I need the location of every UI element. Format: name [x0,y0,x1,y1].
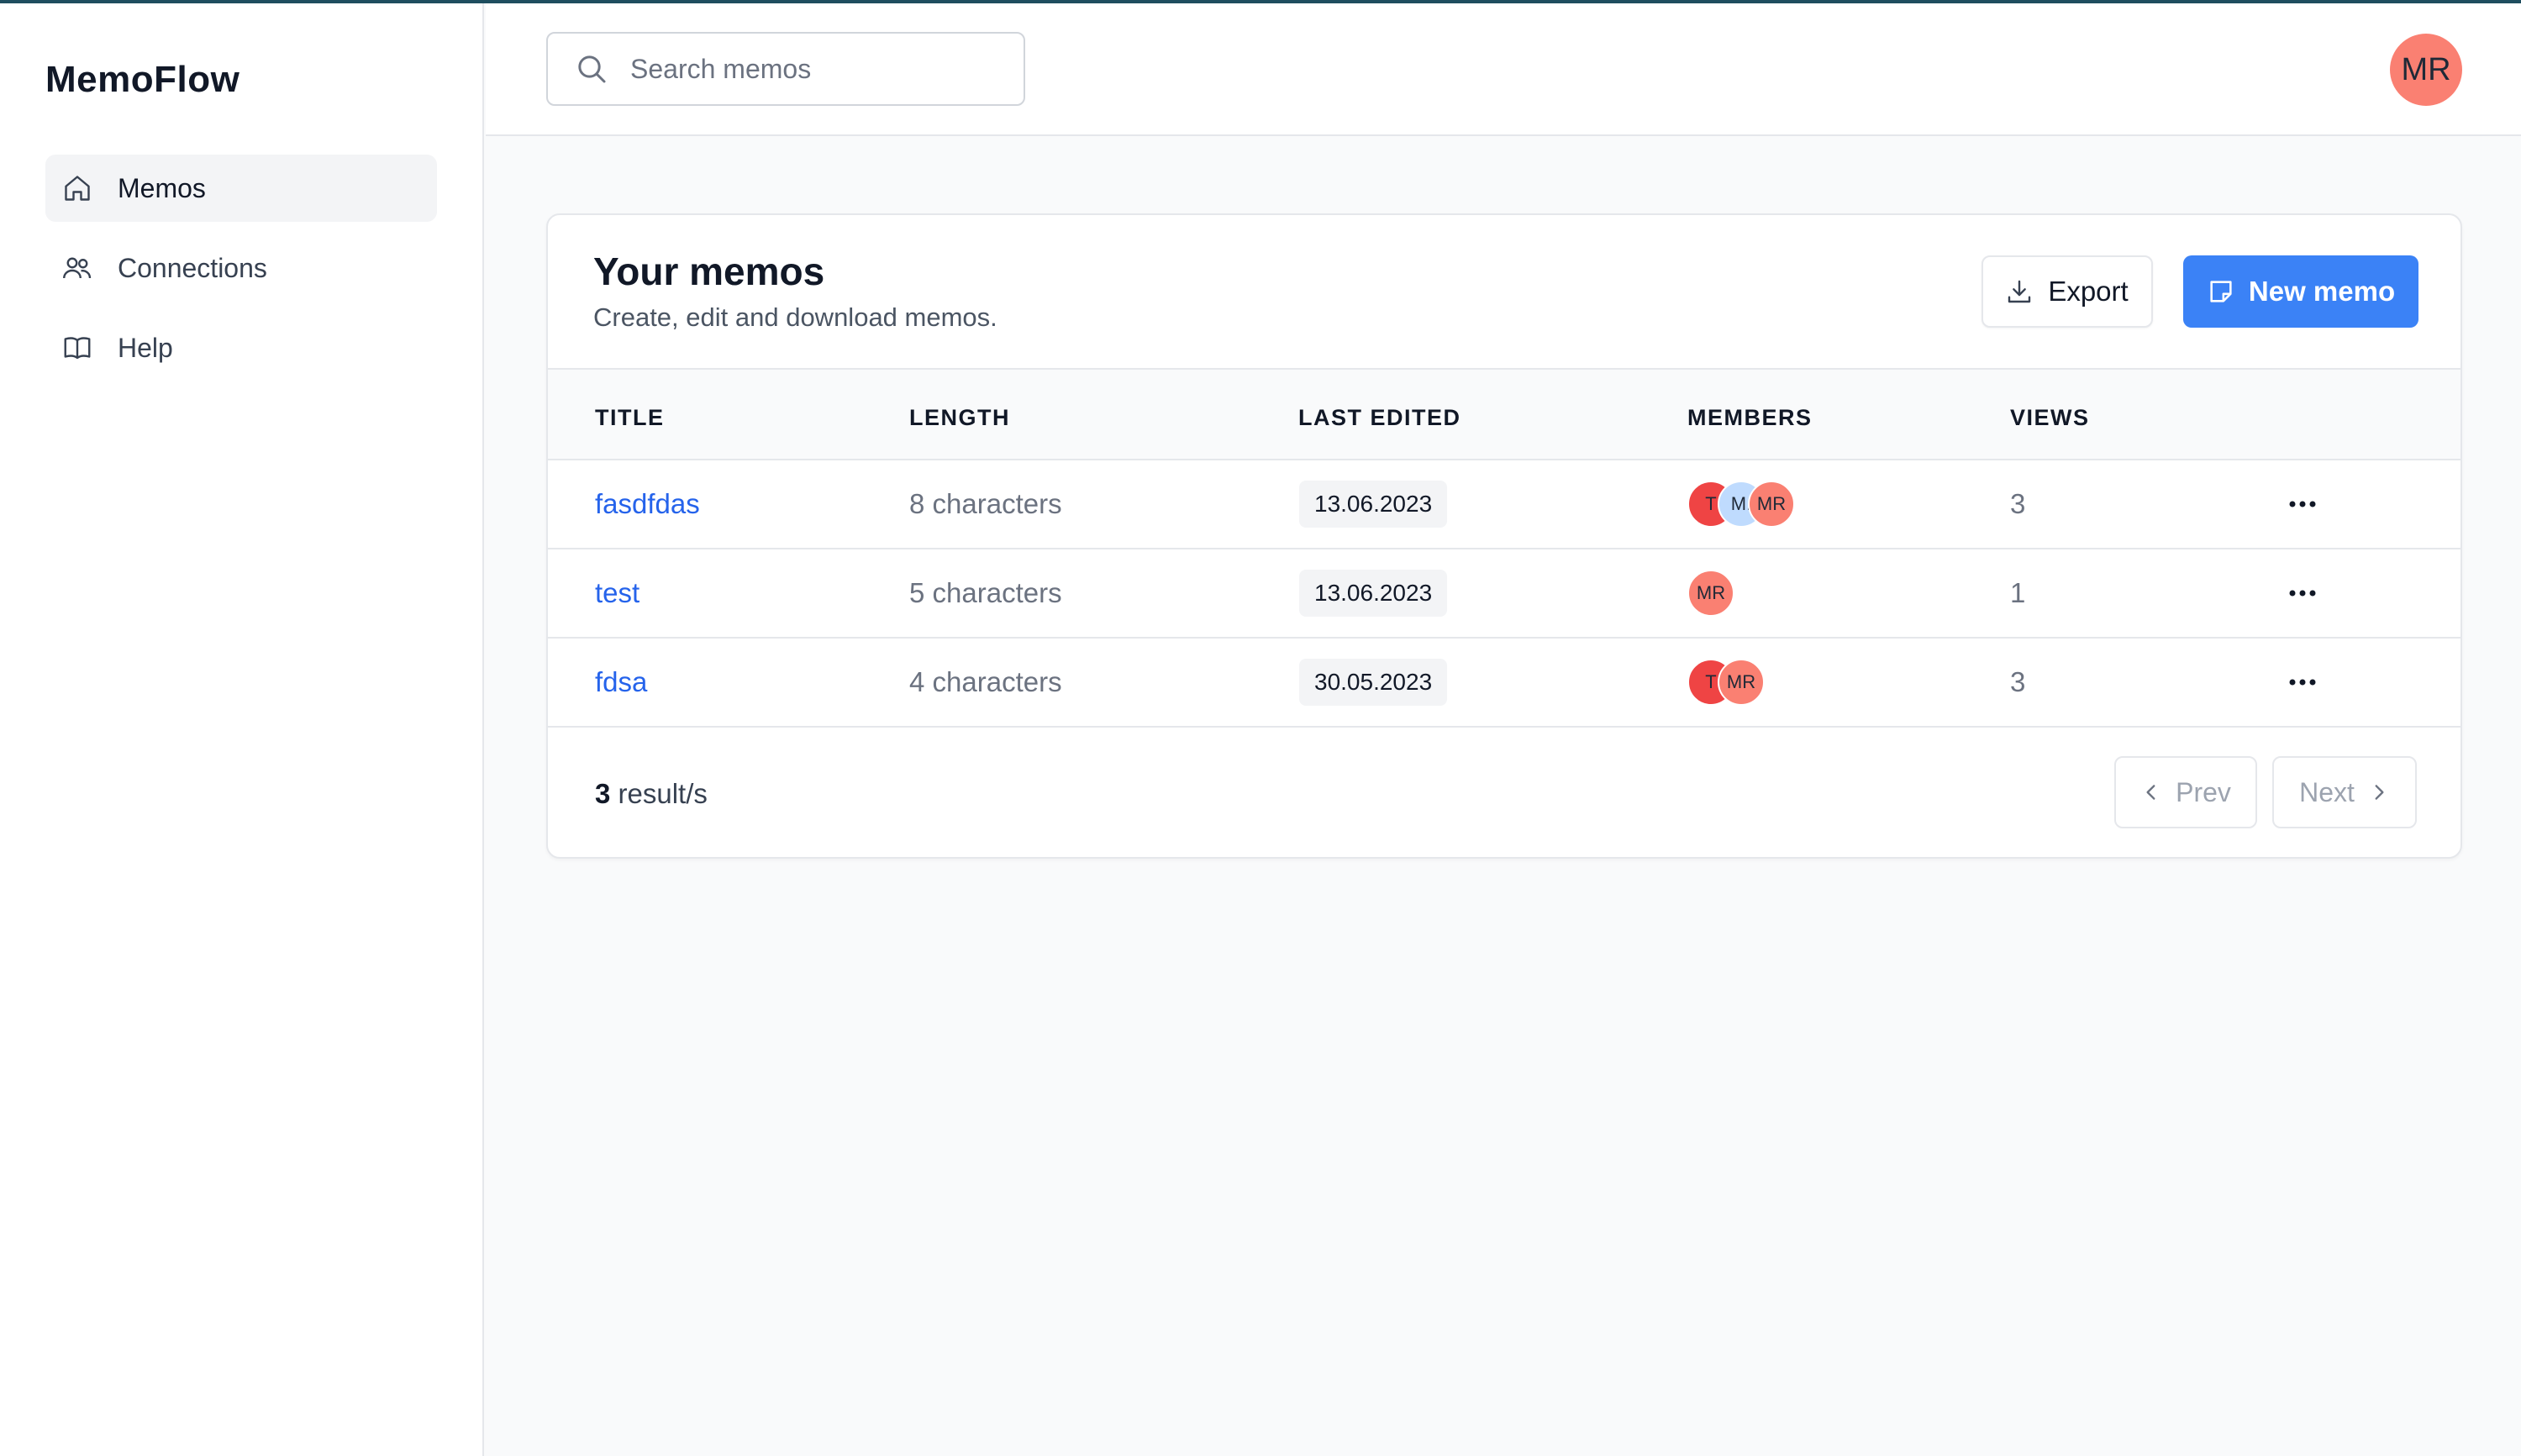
sidebar-item-label: Memos [118,172,206,203]
member-avatars: T M. MR [1687,460,1795,548]
memo-length: 5 characters [909,577,1062,608]
memo-title-link[interactable]: fdsa [595,639,647,726]
export-label: Export [2048,276,2129,307]
member-avatars: T MR [1687,639,1765,726]
member-avatar[interactable]: MR [1718,659,1765,706]
more-horizontal-icon [2289,679,2316,686]
memo-title-link[interactable]: test [595,549,639,637]
table-row: fasdfdas 8 characters 13.06.2023 T M. MR… [548,460,2460,549]
date-badge: 13.06.2023 [1299,570,1448,617]
results-count: 3 result/s [595,778,708,810]
brand-logo[interactable]: MemoFlow [45,59,239,101]
row-actions-button[interactable] [2277,639,2328,726]
sidebar-item-label: Help [118,332,173,363]
sidebar-item-label: Connections [118,252,267,283]
new-memo-button[interactable]: New memo [2183,255,2418,328]
memos-card: Your memos Create, edit and download mem… [546,213,2462,859]
memo-length: 8 characters [909,488,1062,519]
date-badge: 13.06.2023 [1299,481,1448,528]
row-actions-button[interactable] [2277,549,2328,637]
member-avatars: MR [1687,549,1734,637]
column-header-title[interactable]: TITLE [595,405,665,431]
chevron-right-icon [2375,785,2384,800]
table-header: TITLE LENGTH LAST EDITED MEMBERS VIEWS [548,368,2460,460]
sidebar-item-help[interactable]: Help [45,314,437,381]
search-box[interactable] [546,32,1025,106]
results-number: 3 [595,778,611,809]
prev-page-button[interactable]: Prev [2114,756,2257,828]
table-row: fdsa 4 characters 30.05.2023 T MR 3 [548,639,2460,728]
results-suffix: result/s [610,778,708,809]
row-actions-button[interactable] [2277,460,2328,548]
memo-length: 4 characters [909,666,1062,697]
column-header-length[interactable]: LENGTH [909,405,1010,431]
memo-title-link[interactable]: fasdfdas [595,460,700,548]
memo-last-edited: 13.06.2023 [1299,460,1448,548]
sidebar: MemoFlow Memos Connections Help [0,3,484,1456]
sidebar-item-connections[interactable]: Connections [45,234,437,302]
export-button[interactable]: Export [1982,255,2153,328]
home-icon [65,176,90,201]
memo-views: 1 [2010,577,2026,608]
member-avatar[interactable]: MR [1748,481,1795,528]
users-icon [63,257,92,279]
book-icon [64,337,91,360]
column-header-last-edited[interactable]: LAST EDITED [1298,405,1461,431]
more-horizontal-icon [2289,501,2316,507]
page-title: Your memos [593,250,825,293]
search-input[interactable] [630,53,1000,85]
sidebar-item-memos[interactable]: Memos [45,155,437,222]
memo-views: 3 [2010,666,2026,697]
column-header-views[interactable]: VIEWS [2010,405,2090,431]
page-subtitle: Create, edit and download memos. [593,302,997,332]
next-page-button[interactable]: Next [2272,756,2417,828]
note-icon [2210,281,2232,302]
memo-last-edited: 30.05.2023 [1299,639,1448,726]
search-icon [578,55,606,83]
prev-label: Prev [2176,776,2231,807]
sidebar-nav: Memos Connections Help [45,155,437,394]
top-header: MR [486,3,2521,136]
next-label: Next [2299,776,2355,807]
chevron-left-icon [2146,785,2155,800]
date-badge: 30.05.2023 [1299,659,1448,706]
new-memo-label: New memo [2248,276,2396,307]
download-icon [2008,280,2031,303]
more-horizontal-icon [2289,590,2316,597]
column-header-members[interactable]: MEMBERS [1687,405,1813,431]
table-row: test 5 characters 13.06.2023 MR 1 [548,549,2460,639]
memo-last-edited: 13.06.2023 [1299,549,1448,637]
user-avatar[interactable]: MR [2390,34,2462,106]
memo-views: 3 [2010,488,2026,519]
member-avatar[interactable]: MR [1687,570,1734,617]
